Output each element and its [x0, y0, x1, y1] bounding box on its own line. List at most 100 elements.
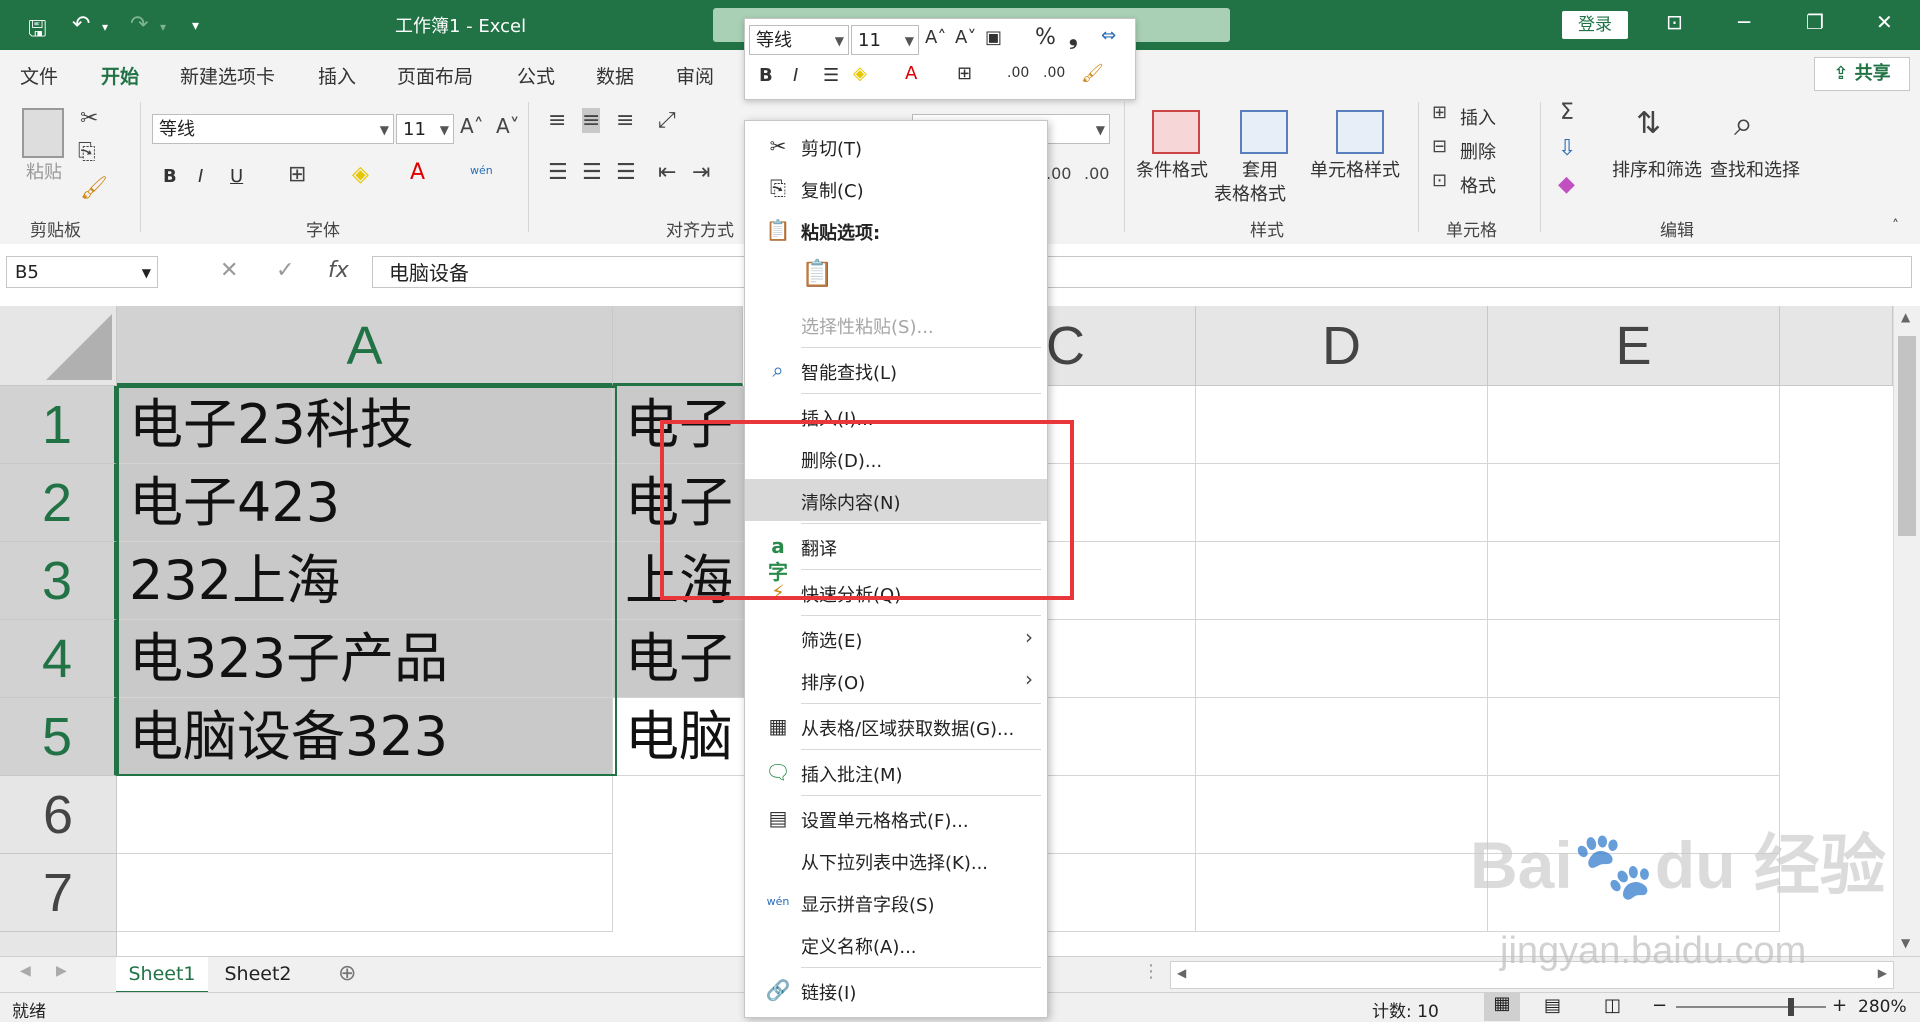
- save-icon[interactable]: 🖫: [28, 12, 47, 50]
- cell-a7[interactable]: [117, 854, 613, 932]
- paste-icon[interactable]: [22, 108, 64, 158]
- borders-icon[interactable]: ⊞: [288, 162, 306, 187]
- select-all-corner[interactable]: [0, 306, 117, 386]
- fill-color-icon[interactable]: ◈: [352, 162, 369, 187]
- mini-comma-icon[interactable]: ❟: [1069, 25, 1078, 50]
- align-center-icon[interactable]: ☰: [582, 160, 602, 185]
- zoom-in-icon[interactable]: +: [1832, 995, 1847, 1016]
- cell-a1[interactable]: 电子23科技: [117, 386, 613, 464]
- tab-file[interactable]: 文件: [20, 62, 58, 89]
- row-header-7[interactable]: 7: [0, 854, 117, 932]
- mini-borders-icon[interactable]: ⊞: [957, 63, 972, 84]
- row-header-4[interactable]: 4: [0, 620, 117, 698]
- name-box[interactable]: B5 ▼: [6, 256, 158, 288]
- cell-b5-active[interactable]: 电脑: [613, 698, 746, 776]
- mini-font-select[interactable]: 等线 ▼: [749, 25, 849, 55]
- restore-icon[interactable]: ❐: [1806, 10, 1824, 34]
- cell-d3[interactable]: [1196, 542, 1488, 620]
- cell-a3[interactable]: 232上海: [117, 542, 613, 620]
- cell-c7[interactable]: [1046, 854, 1196, 932]
- mini-number-format-icon[interactable]: ▣: [985, 27, 1002, 48]
- ribbon-display-icon[interactable]: ⊡: [1666, 10, 1683, 34]
- page-break-view-icon[interactable]: ◫: [1604, 995, 1621, 1016]
- menu-item-smart-lookup[interactable]: ⌕ 智能查找(L): [745, 349, 1047, 391]
- cell-d2[interactable]: [1196, 464, 1488, 542]
- column-header-b[interactable]: [613, 306, 743, 386]
- cell-d7[interactable]: [1196, 854, 1488, 932]
- format-painter-icon[interactable]: 🖌: [80, 176, 108, 201]
- menu-item-pick-list[interactable]: 从下拉列表中选择(K)...: [745, 839, 1047, 881]
- zoom-slider-thumb[interactable]: [1788, 998, 1794, 1016]
- menu-item-format-cells[interactable]: ▤ 设置单元格格式(F)...: [745, 797, 1047, 839]
- share-button[interactable]: ⇪ 共享: [1814, 57, 1910, 91]
- mini-decrease-font-icon[interactable]: A˅: [955, 27, 976, 48]
- autosum-icon[interactable]: Σ: [1560, 100, 1574, 125]
- menu-item-phonetic[interactable]: wén 显示拼音字段(S): [745, 881, 1047, 923]
- tab-formulas[interactable]: 公式: [517, 62, 555, 89]
- row-header-6[interactable]: 6: [0, 776, 117, 854]
- format-as-table-icon[interactable]: [1240, 110, 1288, 154]
- insert-function-icon[interactable]: fx: [328, 258, 349, 283]
- zoom-level[interactable]: 280%: [1858, 997, 1907, 1017]
- align-left-icon[interactable]: ☰: [548, 160, 568, 185]
- cut-icon[interactable]: ✂: [80, 106, 98, 131]
- find-select-icon[interactable]: ⌕: [1734, 104, 1753, 144]
- orientation-icon[interactable]: ⤢: [658, 108, 676, 133]
- align-middle-icon[interactable]: ≡: [582, 108, 601, 133]
- formula-input[interactable]: 电脑设备: [372, 256, 1912, 288]
- menu-item-insert-comment[interactable]: 🗨 插入批注(M): [745, 751, 1047, 793]
- phonetic-icon[interactable]: wén: [470, 164, 493, 177]
- mini-fill-color-icon[interactable]: ◈: [853, 63, 867, 84]
- mini-decrease-decimal-icon[interactable]: .00: [1043, 65, 1065, 81]
- undo-icon[interactable]: ↶: [72, 12, 90, 37]
- cell-d5[interactable]: [1196, 698, 1488, 776]
- customize-qat-icon[interactable]: ▾: [192, 18, 199, 34]
- menu-item-link[interactable]: 🔗 链接(I): [745, 969, 1047, 1011]
- zoom-out-icon[interactable]: −: [1652, 995, 1667, 1016]
- cancel-icon[interactable]: ✕: [220, 258, 238, 283]
- menu-item-cut[interactable]: ✂ 剪切(T): [745, 125, 1047, 167]
- sort-filter-label[interactable]: 排序和筛选: [1612, 156, 1702, 182]
- menu-paste-button[interactable]: 📋: [745, 251, 1047, 301]
- cell-e4[interactable]: [1488, 620, 1780, 698]
- align-top-icon[interactable]: ≡: [548, 108, 566, 133]
- sheet-tab-2[interactable]: Sheet2: [212, 957, 304, 991]
- row-header-8[interactable]: [0, 932, 117, 956]
- cell-e5[interactable]: [1488, 698, 1780, 776]
- font-color-icon[interactable]: A: [410, 160, 425, 185]
- close-icon[interactable]: ✕: [1876, 10, 1893, 34]
- next-sheet-icon[interactable]: ▶: [56, 963, 67, 979]
- decrease-font-icon[interactable]: A˅: [496, 114, 520, 138]
- delete-cells-label[interactable]: 删除: [1460, 138, 1496, 164]
- menu-item-paste-special[interactable]: 选择性粘贴(S)...: [745, 303, 1047, 345]
- zoom-slider[interactable]: [1676, 1006, 1826, 1008]
- scroll-up-icon[interactable]: ▲: [1901, 310, 1910, 324]
- cell-c5[interactable]: [1046, 698, 1196, 776]
- column-header-a[interactable]: A: [117, 306, 613, 386]
- normal-view-icon[interactable]: ▦: [1484, 993, 1520, 1021]
- cell-a6[interactable]: [117, 776, 613, 854]
- increase-font-icon[interactable]: A˄: [460, 114, 484, 138]
- tab-home[interactable]: 开始: [101, 62, 140, 99]
- cell-c6[interactable]: [1046, 776, 1196, 854]
- format-cells-label[interactable]: 格式: [1460, 172, 1496, 198]
- row-header-3[interactable]: 3: [0, 542, 117, 620]
- scroll-down-icon[interactable]: ▼: [1901, 936, 1910, 950]
- add-sheet-icon[interactable]: ⊕: [338, 961, 356, 986]
- redo-dropdown-icon[interactable]: ▾: [160, 20, 166, 34]
- format-as-table-label-b[interactable]: 表格格式: [1214, 180, 1286, 206]
- cell-styles-label[interactable]: 单元格样式: [1310, 156, 1400, 182]
- insert-cells-label[interactable]: 插入: [1460, 104, 1496, 130]
- cell-e2[interactable]: [1488, 464, 1780, 542]
- find-select-label[interactable]: 查找和选择: [1710, 156, 1800, 182]
- undo-dropdown-icon[interactable]: ▾: [102, 20, 108, 34]
- mini-increase-font-icon[interactable]: A˄: [925, 27, 946, 48]
- cell-d1[interactable]: [1196, 386, 1488, 464]
- align-right-icon[interactable]: ☰: [616, 160, 636, 185]
- row-header-2[interactable]: 2: [0, 464, 117, 542]
- menu-item-get-data[interactable]: ▦ 从表格/区域获取数据(G)...: [745, 705, 1047, 747]
- mini-font-color-icon[interactable]: A: [905, 63, 917, 84]
- sort-filter-icon[interactable]: ⇅: [1636, 106, 1661, 141]
- cell-styles-icon[interactable]: [1336, 110, 1384, 154]
- italic-button[interactable]: I: [198, 166, 203, 187]
